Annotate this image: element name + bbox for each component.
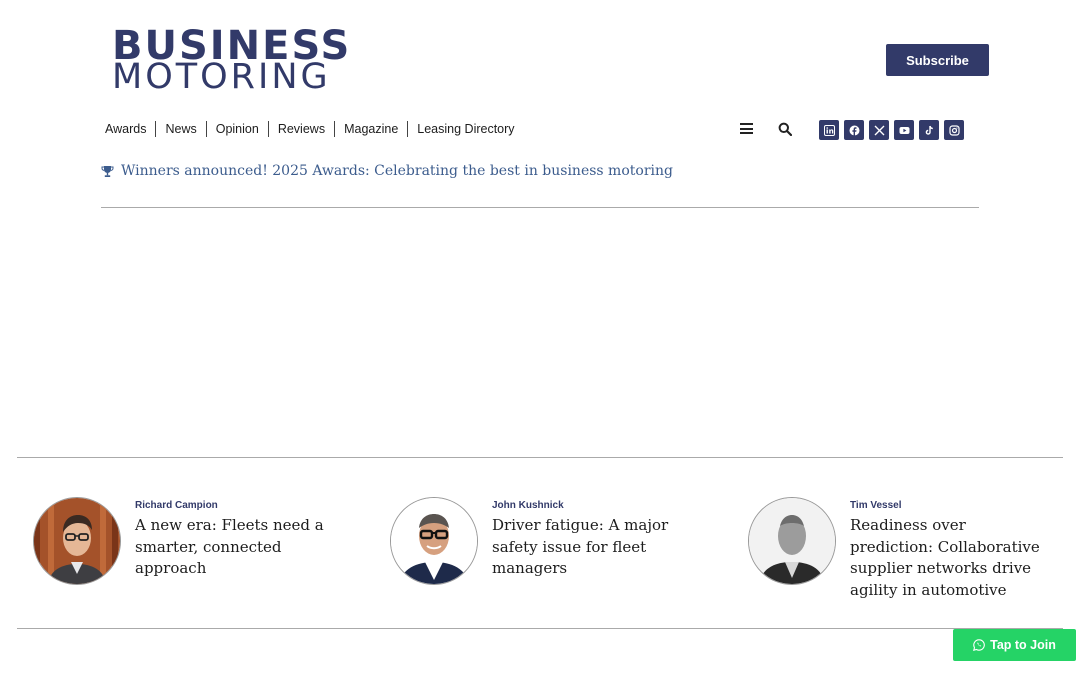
author-avatar [33, 497, 121, 585]
section-divider-top [17, 457, 1063, 458]
trophy-icon [101, 165, 114, 177]
nav-item-magazine[interactable]: Magazine [334, 121, 407, 137]
subscribe-button[interactable]: Subscribe [886, 44, 989, 76]
whatsapp-join-button[interactable]: Tap to Join [953, 629, 1076, 661]
opinion-card[interactable]: Richard Campion A new era: Fleets need a… [33, 497, 345, 585]
article-headline[interactable]: Readiness over prediction: Collaborative… [850, 515, 1050, 601]
nav-item-news[interactable]: News [155, 121, 205, 137]
nav-item-awards[interactable]: Awards [105, 121, 155, 137]
header-divider [101, 207, 979, 208]
social-links [819, 120, 964, 140]
article-headline[interactable]: A new era: Fleets need a smarter, connec… [135, 515, 345, 580]
article-headline[interactable]: Driver fatigue: A major safety issue for… [492, 515, 682, 580]
opinion-card[interactable]: Tim Vessel Readiness over prediction: Co… [748, 497, 1050, 601]
whatsapp-icon [973, 639, 985, 651]
youtube-icon[interactable] [894, 120, 914, 140]
nav-item-opinion[interactable]: Opinion [205, 121, 268, 137]
awards-announcement-link[interactable]: Winners announced! 2025 Awards: Celebrat… [101, 163, 673, 179]
linkedin-icon[interactable] [819, 120, 839, 140]
author-avatar [390, 497, 478, 585]
tiktok-icon[interactable] [919, 120, 939, 140]
author-name[interactable]: John Kushnick [492, 500, 682, 511]
menu-icon[interactable] [740, 123, 753, 134]
instagram-icon[interactable] [944, 120, 964, 140]
facebook-icon[interactable] [844, 120, 864, 140]
whatsapp-join-label: Tap to Join [990, 638, 1056, 652]
logo-line-2: MOTORING [112, 57, 331, 97]
announcement-text: Winners announced! 2025 Awards: Celebrat… [121, 163, 673, 179]
search-icon[interactable] [778, 122, 793, 137]
opinion-card[interactable]: John Kushnick Driver fatigue: A major sa… [390, 497, 682, 585]
site-logo[interactable]: BUSINESS MOTORING [112, 26, 352, 97]
author-avatar [748, 497, 836, 585]
section-divider-bottom [17, 628, 1063, 629]
nav-item-leasing-directory[interactable]: Leasing Directory [407, 121, 523, 137]
author-name[interactable]: Tim Vessel [850, 500, 1050, 511]
author-name[interactable]: Richard Campion [135, 500, 345, 511]
main-nav: Awards News Opinion Reviews Magazine Lea… [105, 121, 524, 137]
nav-item-reviews[interactable]: Reviews [267, 121, 334, 137]
x-icon[interactable] [869, 120, 889, 140]
